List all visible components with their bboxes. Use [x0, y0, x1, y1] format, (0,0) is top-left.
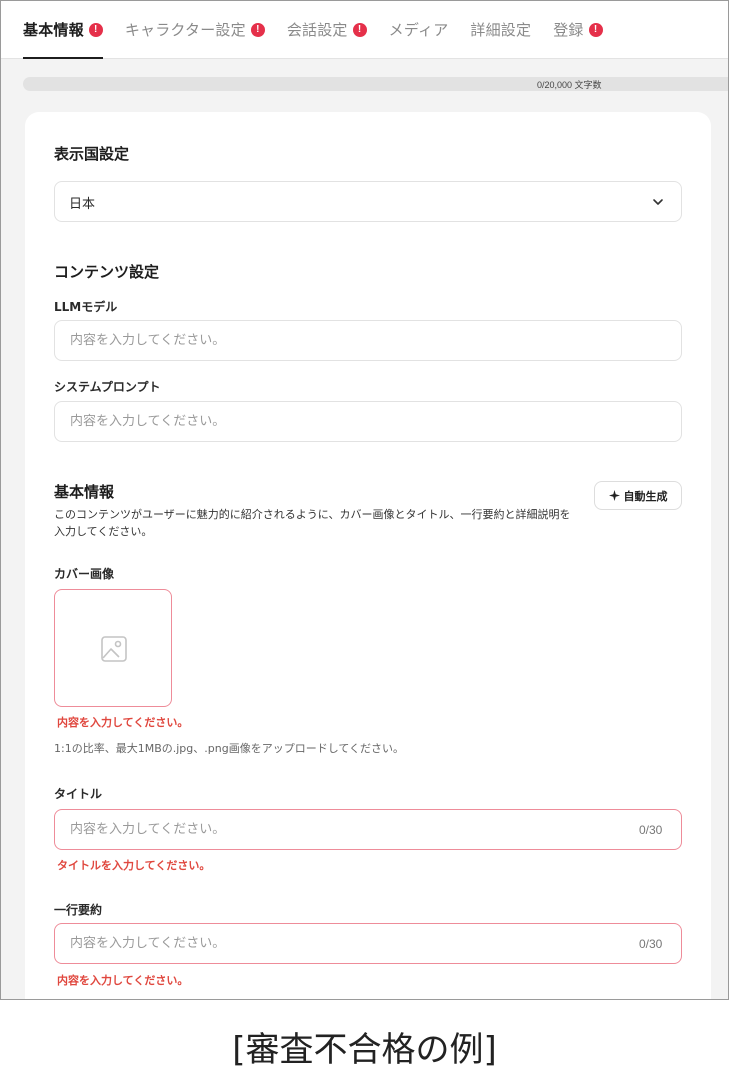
summary-error: 内容を入力してください。 — [57, 974, 189, 987]
cover-image-label: カバー画像 — [54, 567, 115, 581]
auto-generate-button[interactable]: 自動生成 — [594, 481, 682, 510]
cover-image-help: 1:1の比率、最大1MBの.jpg、.png画像をアップロードしてください。 — [54, 742, 405, 755]
tab-advanced-settings[interactable]: 詳細設定 — [470, 1, 531, 58]
country-select[interactable] — [54, 181, 682, 222]
sparkle-icon — [608, 490, 620, 501]
alert-icon: ! — [352, 22, 367, 37]
tab-bar: 基本情報 ! キャラクター設定 ! 会話設定 ! メディア 詳細設定 登録 ! — [1, 1, 728, 59]
tab-label: 基本情報 — [23, 21, 84, 39]
system-prompt-label: システムプロンプト — [54, 380, 161, 394]
character-count-label: 0/20,000 文字数 — [537, 80, 602, 90]
tab-conversation-settings[interactable]: 会話設定 ! — [287, 1, 367, 58]
tab-label: 詳細設定 — [470, 21, 532, 39]
system-prompt-input[interactable] — [54, 401, 682, 442]
title-char-counter: 0/30 — [639, 823, 663, 837]
alert-icon: ! — [88, 22, 103, 37]
tab-label: キャラクター設定 — [124, 21, 246, 39]
summary-label: 一行要約 — [54, 903, 103, 917]
app-window: 基本情報 ! キャラクター設定 ! 会話設定 ! メディア 詳細設定 登録 ! … — [0, 0, 729, 1000]
character-count-progress-bar — [23, 77, 728, 91]
cover-image-upload[interactable] — [54, 589, 172, 707]
tab-register[interactable]: 登録 ! — [553, 1, 603, 58]
llm-model-label: LLMモデル — [54, 300, 118, 314]
tab-character-settings[interactable]: キャラクター設定 ! — [125, 1, 265, 58]
country-select-value: 日本 — [69, 197, 96, 212]
title-input[interactable] — [54, 809, 682, 850]
llm-model-input[interactable] — [54, 320, 682, 361]
form-card: 表示国設定 日本 コンテンツ設定 LLMモデル システムプロンプト 基本情報 こ… — [25, 112, 711, 999]
display-country-title: 表示国設定 — [54, 145, 130, 163]
chevron-down-icon — [653, 199, 663, 205]
title-label: タイトル — [54, 787, 103, 801]
basic-info-description: このコンテンツがユーザーに魅力的に紹介されるように、カバー画像とタイトル、一行要… — [54, 508, 571, 538]
tab-media[interactable]: メディア — [389, 1, 449, 58]
tab-label: メディア — [388, 21, 449, 39]
figure-caption: [審査不合格の例] — [232, 1030, 497, 1070]
alert-icon: ! — [250, 22, 265, 37]
cover-image-error: 内容を入力してください。 — [57, 716, 189, 729]
auto-generate-label: 自動生成 — [623, 489, 668, 503]
title-error: タイトルを入力してください。 — [57, 859, 211, 872]
summary-input[interactable] — [54, 923, 682, 964]
summary-char-counter: 0/30 — [639, 937, 663, 951]
tab-label: 会話設定 — [286, 21, 348, 39]
image-placeholder-icon — [101, 636, 127, 662]
content-settings-title: コンテンツ設定 — [54, 263, 160, 281]
tab-basic-info[interactable]: 基本情報 ! — [23, 1, 103, 59]
alert-icon: ! — [588, 22, 603, 37]
tab-label: 登録 — [553, 21, 584, 39]
basic-info-title: 基本情報 — [54, 483, 115, 501]
